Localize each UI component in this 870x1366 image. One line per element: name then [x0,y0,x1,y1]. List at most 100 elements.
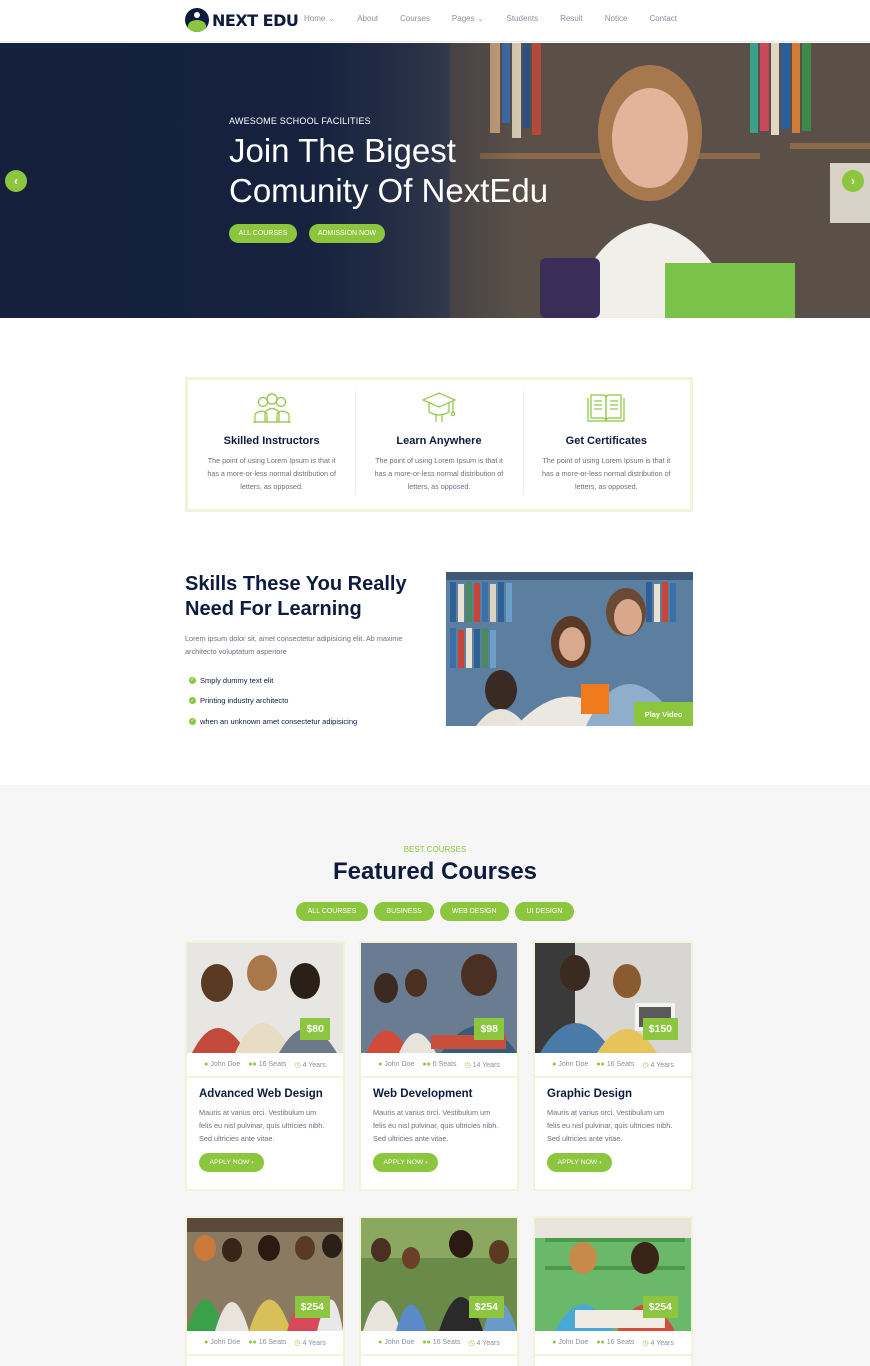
feature-title: Learn Anywhere [396,435,482,447]
apply-now-button[interactable]: APPLY NOW › [373,1153,438,1172]
slider-prev-arrow-icon[interactable]: ‹ [5,170,27,192]
feature-title: Get Certificates [565,435,647,447]
course-price: $80 [300,1018,330,1040]
hero-eyebrow: AWESOME SCHOOL FACILITIES [229,116,371,126]
instructors-icon [252,393,291,423]
author-text: John Doe [558,1339,589,1346]
feature-instructors: Skilled Instructors The point of using L… [188,380,355,509]
course-card[interactable]: $80 ● John Doe ●● 16 Seats ◷ 4 Years Advanc… [185,941,345,1191]
author-text: John Doe [210,1339,241,1346]
list-item-text: Printing industry architecto [200,696,289,706]
seats-meta: ●● 16 Seats [596,1061,634,1068]
filter-web-design[interactable]: WEB DESIGN [439,902,509,921]
course-description: Mauris at varius orci. Vestibulum um fel… [199,1108,325,1143]
seats-meta: ●● 16 Seats [596,1339,634,1346]
duration-meta: ◷ 4 Years [642,1339,673,1347]
feature-title: Skilled Instructors [223,435,320,447]
list-item-text: when an unknown amet consectetur adipisi… [200,716,358,726]
slider-next-arrow-icon[interactable]: › [842,170,864,192]
nav-item-notice[interactable]: Notice [605,14,628,23]
course-image: $150 [535,943,691,1053]
duration-text: 4 Years [302,1061,326,1069]
skills-title: Skills These You Really Need For Learnin… [185,573,407,620]
filter-business[interactable]: BUSINESS [374,902,434,921]
course-price: $98 [474,1018,504,1040]
list-item-text: Smply dummy text elit [200,675,274,685]
duration-text: 4 Years [650,1339,674,1347]
course-meta: ● John Doe ●● 16 Seats ◷ 4 Years [535,1053,691,1078]
user-icon: ● [204,1339,209,1346]
course-card[interactable]: $254 ● John Doe ●● 16 Seats ◷ 4 Years [359,1216,519,1366]
admission-now-button[interactable]: ADMISSION NOW [309,224,385,243]
feature-learn-anywhere: Learn Anywhere The point of using Lorem … [355,380,522,509]
nav-label: Contact [649,14,678,23]
author-meta: ● John Doe [552,1061,588,1068]
logo[interactable]: NEXT EDU [185,8,299,32]
author-meta: ● John Doe [378,1339,414,1346]
seats-text: 16 Seats [258,1061,287,1068]
author-text: John Doe [210,1061,241,1068]
nav-label: Result [560,14,583,23]
course-card[interactable]: $254 ● John Doe ●● 16 Seats ◷ 4 Years [533,1216,693,1366]
course-price: $254 [294,1296,330,1318]
course-title[interactable]: Advanced Web Design [199,1088,343,1100]
list-item: ✓ when an unknown amet consectetur adipi… [189,711,357,732]
feature-text: The point of using Lorem Ipsum is that i… [207,456,336,491]
seats-text: 16 Seats [258,1339,287,1346]
course-price: $150 [642,1018,678,1040]
duration-meta: ◷ 4 Years [294,1061,325,1069]
nav-item-contact[interactable]: Contact [649,14,677,23]
course-title[interactable]: Web Development [373,1088,517,1100]
nav-item-pages[interactable]: Pages ⌄ [452,14,484,23]
apply-label: APPLY NOW [209,1159,250,1166]
feature-text: The point of using Lorem Ipsum is that i… [374,456,504,491]
filter-all-courses[interactable]: ALL COURSES [295,902,369,921]
nav-item-courses[interactable]: Courses [400,14,430,23]
apply-now-button[interactable]: APPLY NOW › [199,1153,264,1172]
author-meta: ● John Doe [552,1339,588,1346]
seats-meta: ●● 16 Seats [248,1061,286,1068]
course-card[interactable]: $150 ● John Doe ●● 16 Seats ◷ 4 Years Graph… [533,941,693,1191]
logo-icon [185,8,209,32]
course-card[interactable]: $98 ● John Doe ●● 6 Seats ◷ 14 Years Web De… [359,941,519,1191]
feature-certificates: Get Certificates The point of using Lore… [522,380,690,509]
users-icon: ●● [596,1061,605,1068]
course-image: $254 [187,1218,343,1331]
users-icon: ●● [422,1339,431,1346]
clock-icon: ◷ [642,1339,649,1347]
check-icon: ✓ [189,676,196,684]
nav-item-home[interactable]: Home ⌄ [304,14,334,23]
author-text: John Doe [558,1061,589,1068]
skills-video-thumbnail[interactable]: Play Video [446,572,693,726]
duration-meta: ◷ 4 Years [468,1339,499,1347]
duration-text: 4 Years [302,1339,326,1347]
play-video-button[interactable]: Play Video [634,702,693,726]
duration-meta: ◷ 4 Years [294,1339,325,1347]
course-meta: ● John Doe ●● 16 Seats ◷ 4 Years [187,1053,343,1078]
user-icon: ● [378,1339,383,1346]
nav-item-result[interactable]: Result [560,14,583,23]
duration-text: 4 Years [650,1061,674,1069]
apply-now-button[interactable]: APPLY NOW › [547,1153,612,1172]
courses-section: BEST COURSES Featured Courses ALL COURSE… [0,785,870,1366]
nav-label: Notice [604,14,628,23]
course-card[interactable]: $254 ● John Doe ●● 16 Seats ◷ 4 Years [185,1216,345,1366]
course-image: $98 [361,943,517,1053]
seats-meta: ●● 6 Seats [422,1061,456,1068]
features-box: Skilled Instructors The point of using L… [185,377,693,512]
list-item: ✓ Printing industry architecto [189,691,357,712]
hero-title-line: Comunity Of NextEdu [229,172,549,209]
filter-ui-design[interactable]: UI DESIGN [514,902,575,921]
seats-meta: ●● 16 Seats [248,1339,286,1346]
nav-item-students[interactable]: Students [506,14,538,23]
course-title[interactable]: Graphic Design [547,1088,691,1100]
nav-label: About [357,14,379,23]
users-icon: ●● [248,1061,257,1068]
course-image: $80 [187,943,343,1053]
check-icon: ✓ [189,697,196,705]
courses-title: Featured Courses [332,858,538,885]
seats-text: 6 Seats [432,1061,457,1068]
all-courses-button[interactable]: ALL COURSES [229,224,297,243]
nav-item-about[interactable]: About [357,14,378,23]
user-icon: ● [378,1061,383,1068]
